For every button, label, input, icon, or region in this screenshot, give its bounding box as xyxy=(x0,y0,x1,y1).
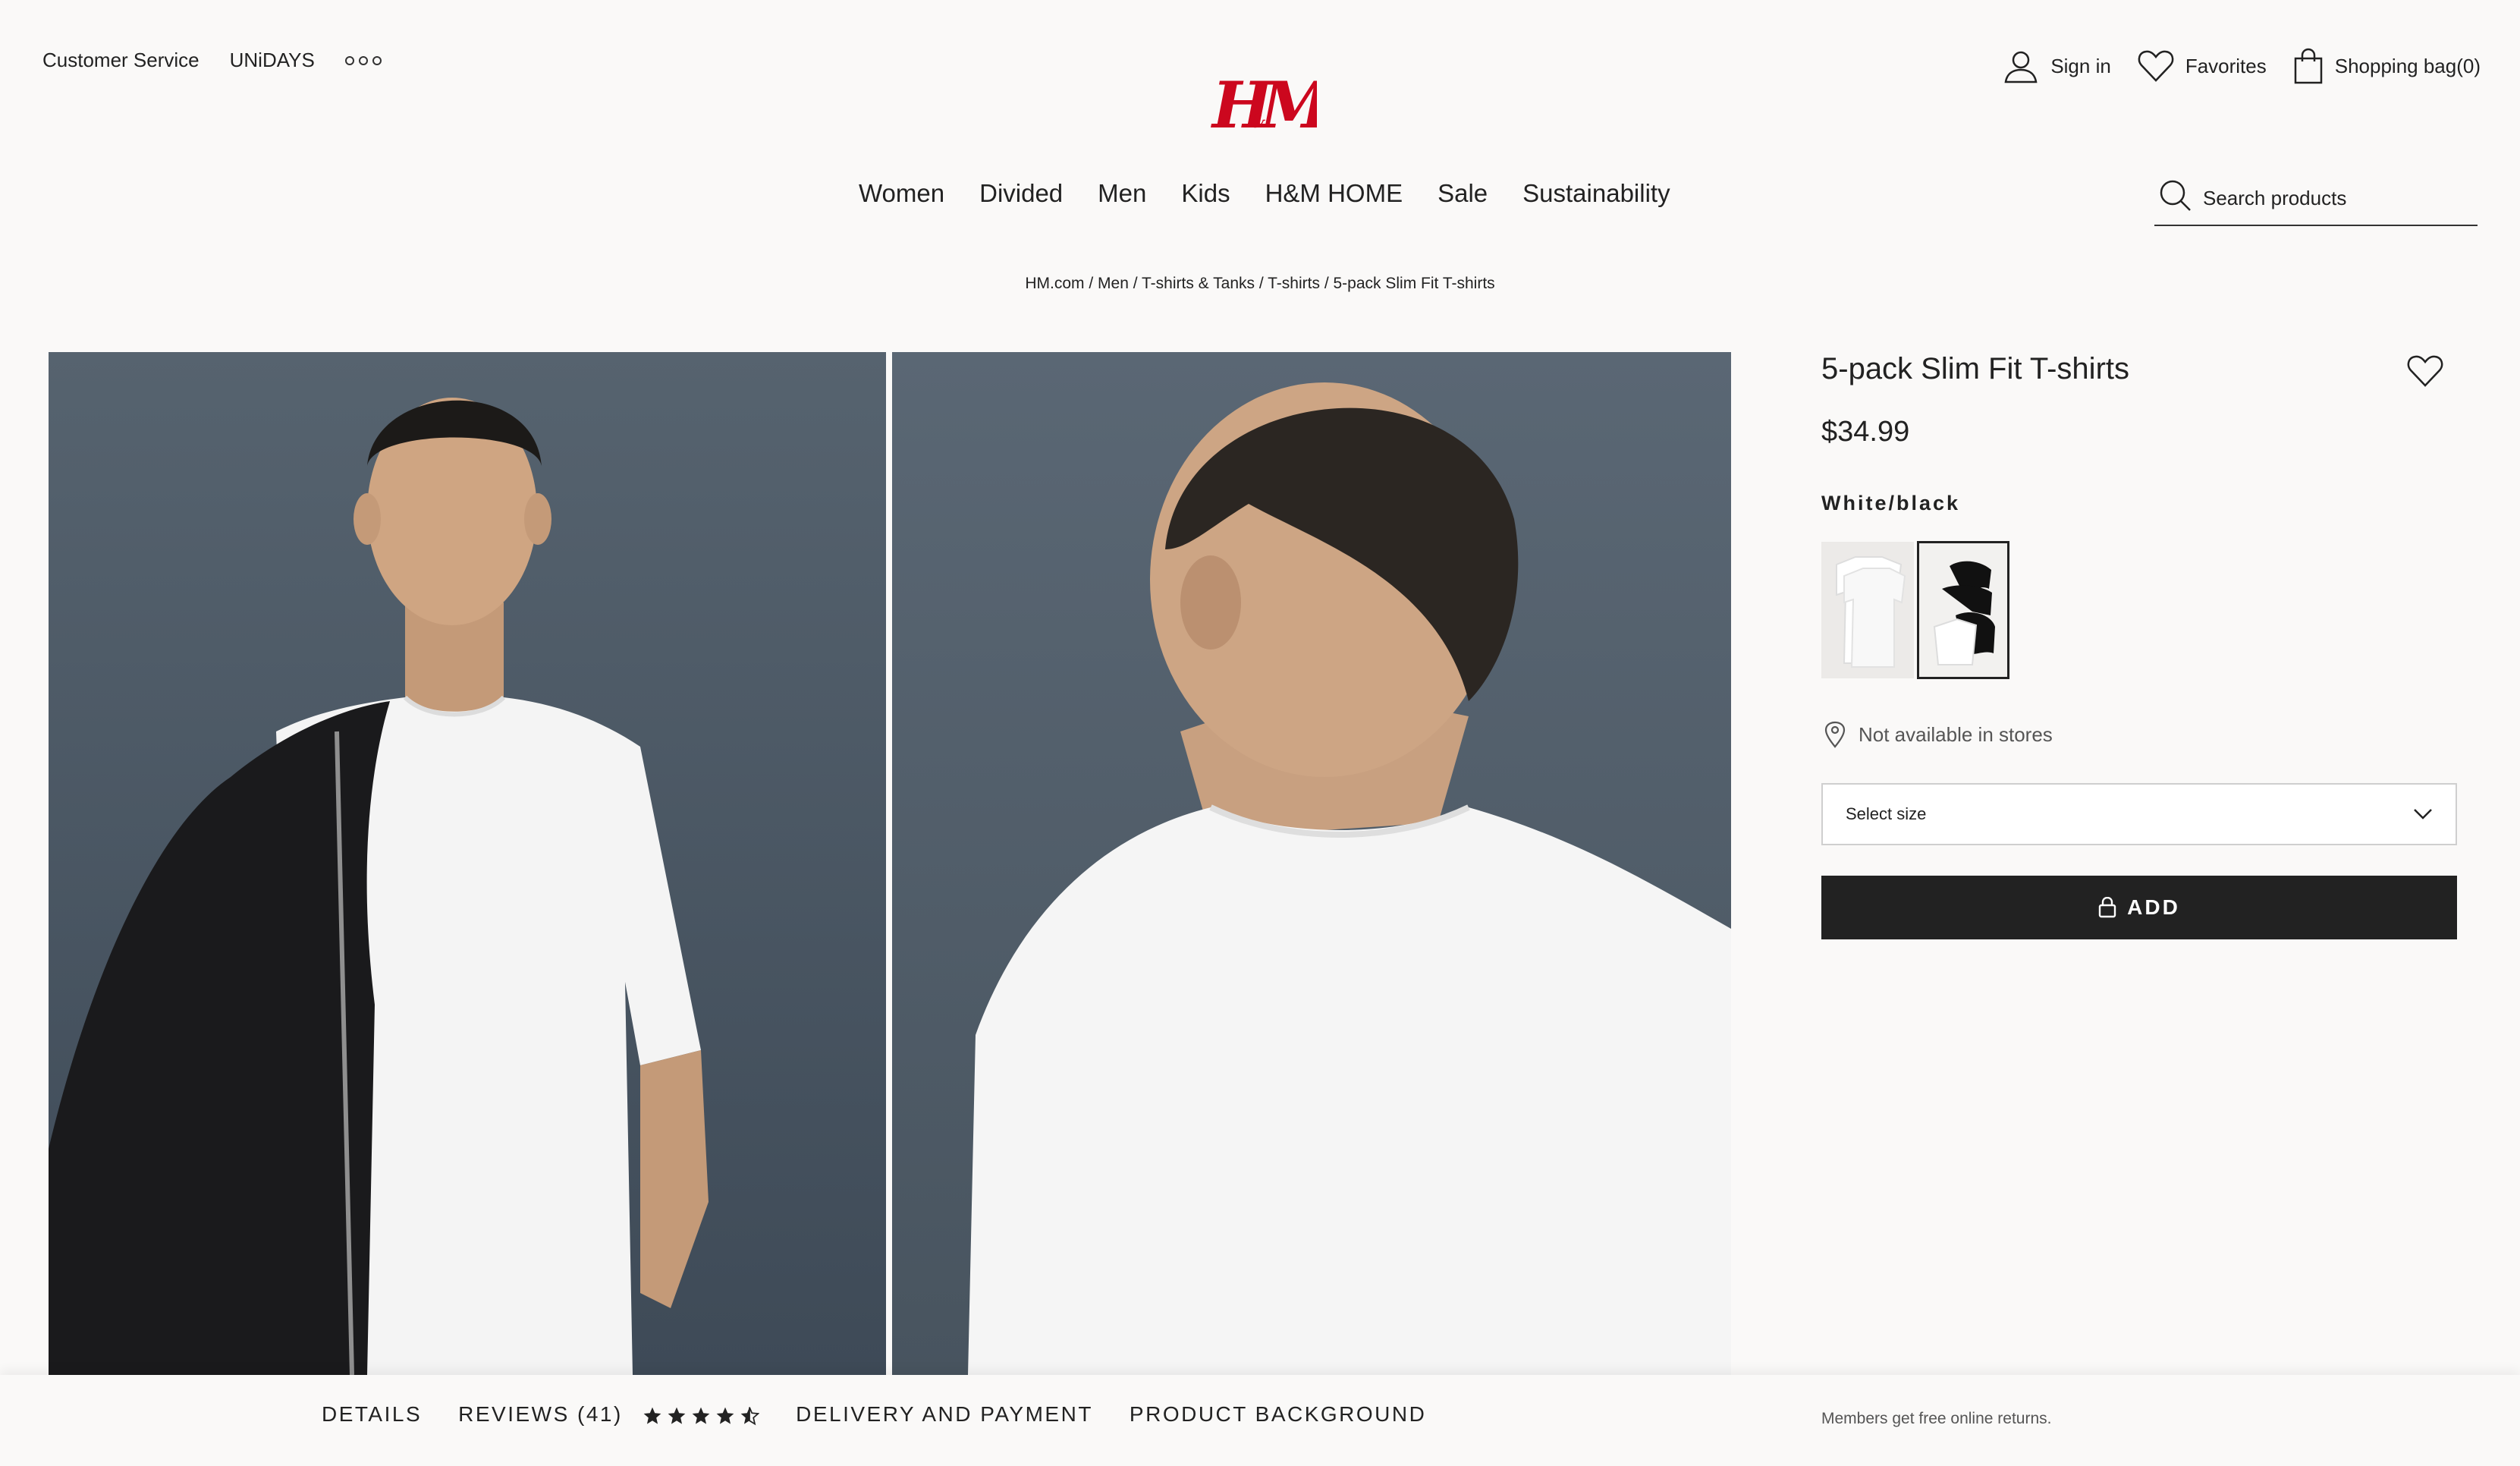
white-tshirts-thumbnail xyxy=(1836,556,1906,668)
shopping-bag-button[interactable]: Shopping bag(0) xyxy=(2292,48,2481,84)
favorites-button[interactable]: Favorites xyxy=(2137,49,2267,83)
bag-icon xyxy=(2294,48,2322,84)
selected-color-name: White/black xyxy=(1821,492,1961,514)
user-icon xyxy=(2004,51,2038,83)
customer-service-link[interactable]: Customer Service xyxy=(42,49,200,72)
product-price: $34.99 xyxy=(1821,416,1910,448)
breadcrumb: HM.com / Men / T-shirts & Tanks / T-shir… xyxy=(1025,275,1495,292)
top-utility-links: Customer Service UNiDAYS xyxy=(42,49,382,72)
search-input[interactable] xyxy=(2203,187,2453,210)
nav-item-hm-home[interactable]: H&M HOME xyxy=(1265,179,1403,208)
tab-product-background[interactable]: PRODUCT BACKGROUND xyxy=(1130,1402,1426,1427)
tab-details[interactable]: DETAILS xyxy=(322,1402,422,1427)
tab-reviews-label: REVIEWS (41) xyxy=(458,1402,623,1426)
size-select[interactable]: Select size xyxy=(1821,783,2457,845)
model-back-illustration xyxy=(892,352,1731,1375)
product-detail-tabs: DETAILS REVIEWS (41) DELIVERY AND PAYMEN… xyxy=(322,1402,1426,1427)
heart-icon xyxy=(2407,355,2443,387)
color-swatch-white-black[interactable] xyxy=(1917,541,2009,679)
breadcrumb-home[interactable]: HM.com xyxy=(1025,275,1084,292)
size-select-label: Select size xyxy=(1846,804,1927,823)
tab-delivery-payment[interactable]: DELIVERY AND PAYMENT xyxy=(796,1402,1093,1427)
product-image-front[interactable] xyxy=(49,352,886,1375)
unidays-link[interactable]: UNiDAYS xyxy=(230,49,315,72)
store-availability: Not available in stores xyxy=(1824,721,2053,748)
bottom-tab-bar: DETAILS REVIEWS (41) DELIVERY AND PAYMEN… xyxy=(0,1375,2520,1466)
star-icon xyxy=(668,1407,686,1424)
breadcrumb-current: 5-pack Slim Fit T-shirts xyxy=(1333,275,1495,292)
star-icon xyxy=(643,1407,661,1424)
nav-item-divided[interactable]: Divided xyxy=(979,179,1063,208)
members-returns-note: Members get free online returns. xyxy=(1821,1410,2052,1427)
nav-item-men[interactable]: Men xyxy=(1098,179,1146,208)
rating-stars xyxy=(643,1406,760,1426)
chevron-down-icon xyxy=(2414,809,2432,820)
availability-text: Not available in stores xyxy=(1859,722,2053,746)
product-title: 5-pack Slim Fit T-shirts xyxy=(1821,352,2129,385)
sign-in-button[interactable]: Sign in xyxy=(2002,47,2111,85)
nav-item-sale[interactable]: Sale xyxy=(1438,179,1488,208)
lock-bag-icon xyxy=(2098,897,2116,918)
tab-reviews[interactable]: REVIEWS (41) xyxy=(458,1402,760,1427)
add-to-favorites-button[interactable] xyxy=(2406,354,2444,392)
location-pin-icon xyxy=(1824,721,1846,748)
star-half-icon xyxy=(740,1406,760,1426)
hm-logo-mark: H & M xyxy=(1211,68,1334,143)
breadcrumb-tshirts[interactable]: T-shirts xyxy=(1268,275,1320,292)
nav-item-women[interactable]: Women xyxy=(859,179,944,208)
main-nav: Women Divided Men Kids H&M HOME Sale Sus… xyxy=(859,179,1670,208)
color-swatch-white[interactable] xyxy=(1821,542,1914,678)
add-button-label: ADD xyxy=(2127,895,2180,919)
hm-logo[interactable]: H & M xyxy=(1211,65,1334,143)
star-icon xyxy=(692,1407,710,1424)
heart-icon xyxy=(2138,50,2174,82)
breadcrumb-men[interactable]: Men xyxy=(1098,275,1129,292)
sign-in-label: Sign in xyxy=(2050,54,2111,77)
star-icon xyxy=(716,1407,734,1424)
add-to-bag-button[interactable]: ADD xyxy=(1821,876,2457,939)
more-options-icon[interactable] xyxy=(344,55,382,65)
account-area: Sign in Favorites Shopping bag(0) xyxy=(2002,47,2481,85)
search-bar xyxy=(2154,178,2478,226)
model-front-illustration xyxy=(49,352,886,1375)
svg-text:M: M xyxy=(1258,68,1317,141)
nav-item-kids[interactable]: Kids xyxy=(1181,179,1230,208)
nav-item-sustainability[interactable]: Sustainability xyxy=(1522,179,1670,208)
shopping-bag-label: Shopping bag(0) xyxy=(2334,54,2481,77)
search-icon[interactable] xyxy=(2157,178,2192,212)
breadcrumb-tshirts-tanks[interactable]: T-shirts & Tanks xyxy=(1142,275,1255,292)
white-black-tshirts-thumbnail xyxy=(1933,561,1995,665)
product-image-back[interactable] xyxy=(892,352,1731,1375)
favorites-label: Favorites xyxy=(2185,54,2267,77)
